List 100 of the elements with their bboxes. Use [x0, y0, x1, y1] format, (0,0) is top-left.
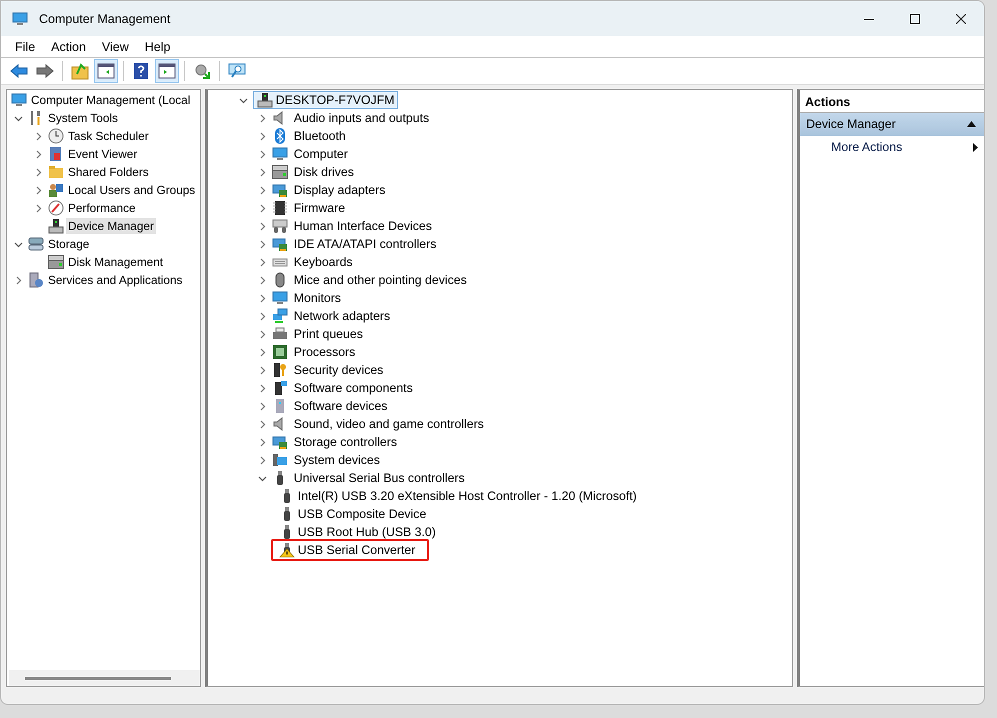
display-card-icon — [272, 182, 288, 198]
device-category[interactable]: Network adapters — [290, 308, 394, 324]
event-log-icon — [48, 146, 64, 162]
maximize-icon — [910, 14, 920, 24]
action-pane-toggle-button[interactable] — [155, 59, 179, 83]
device-category[interactable]: Mice and other pointing devices — [290, 272, 470, 288]
back-arrow-icon — [10, 62, 28, 80]
expand-chevron-icon[interactable] — [34, 150, 43, 158]
device-label: USB Root Hub (USB 3.0) — [298, 525, 436, 539]
device-category[interactable]: Computer — [290, 146, 351, 162]
device-category[interactable]: Security devices — [290, 362, 386, 378]
device-category[interactable]: Keyboards — [290, 254, 356, 270]
expand-chevron-icon[interactable] — [258, 114, 267, 122]
expand-chevron-icon[interactable] — [258, 240, 267, 248]
expand-chevron-icon[interactable] — [258, 420, 267, 428]
app-icon — [12, 10, 28, 26]
expand-chevron-icon[interactable] — [258, 438, 267, 446]
expand-chevron-icon[interactable] — [258, 330, 267, 338]
collapse-chevron-icon[interactable] — [238, 96, 248, 104]
collapse-chevron-icon[interactable] — [14, 114, 23, 122]
controller-card-icon — [272, 236, 288, 252]
tree-item[interactable]: Disk Management — [66, 254, 166, 270]
expand-chevron-icon[interactable] — [258, 456, 267, 464]
expand-chevron-icon[interactable] — [258, 294, 267, 302]
device-category[interactable]: IDE ATA/ATAPI controllers — [290, 236, 440, 252]
scrollbar-thumb[interactable] — [25, 676, 171, 680]
device-category[interactable]: Print queues — [290, 326, 366, 342]
clock-icon — [48, 128, 64, 144]
monitor-magnifier-icon — [228, 62, 246, 80]
tree-item[interactable]: Performance — [66, 200, 138, 216]
expand-chevron-icon[interactable] — [34, 168, 43, 176]
device-category[interactable]: Display adapters — [290, 182, 388, 198]
users-icon — [48, 182, 64, 198]
expand-chevron-icon[interactable] — [34, 204, 43, 212]
console-tree-toggle-button[interactable] — [94, 59, 118, 83]
tree-item[interactable]: System Tools — [46, 110, 120, 126]
device-label: USB Composite Device — [298, 507, 426, 521]
device-category[interactable]: Processors — [290, 344, 358, 360]
highlighted-device[interactable]: USB Serial Converter — [270, 539, 430, 561]
device-manager-icon — [48, 218, 64, 234]
device-category[interactable]: Software devices — [290, 398, 390, 414]
gauge-icon — [48, 200, 64, 216]
monitor-icon — [272, 290, 288, 306]
expand-chevron-icon[interactable] — [258, 150, 267, 158]
expand-chevron-icon[interactable] — [258, 168, 267, 176]
device-category[interactable]: Monitors — [290, 290, 344, 306]
menu-item[interactable]: Action — [43, 40, 94, 54]
computer-node[interactable]: DESKTOP-F7VOJFM — [252, 91, 398, 109]
storage-controller-icon — [272, 434, 288, 450]
expand-chevron-icon[interactable] — [258, 402, 267, 410]
expand-chevron-icon[interactable] — [258, 186, 267, 194]
action-link[interactable]: More Actions — [831, 140, 902, 154]
expand-chevron-icon[interactable] — [258, 132, 267, 140]
chip-icon — [272, 200, 288, 216]
expand-chevron-icon[interactable] — [258, 222, 267, 230]
collapse-chevron-icon[interactable] — [258, 474, 267, 482]
expand-chevron-icon[interactable] — [258, 258, 267, 266]
expand-chevron-icon[interactable] — [258, 384, 267, 392]
device-category[interactable]: Human Interface Devices — [290, 218, 435, 234]
tree-item[interactable]: Shared Folders — [66, 164, 151, 180]
device-category[interactable]: System devices — [290, 452, 383, 468]
expand-chevron-icon[interactable] — [258, 204, 267, 212]
help-icon — [132, 62, 150, 80]
tree-item[interactable]: Computer Management (Local — [29, 92, 192, 108]
tree-item[interactable]: Storage — [46, 236, 92, 252]
system-icon — [272, 452, 288, 468]
pane-icon — [158, 62, 176, 80]
device-category[interactable]: Audio inputs and outputs — [290, 110, 432, 126]
section-label: Device Manager — [806, 117, 896, 131]
window-title: Computer Management — [39, 12, 170, 26]
device-category[interactable]: Disk drives — [290, 164, 357, 180]
device-category[interactable]: Storage controllers — [290, 434, 400, 450]
menu-item[interactable]: Help — [136, 40, 178, 54]
device-category[interactable]: Sound, video and game controllers — [290, 416, 487, 432]
expand-chevron-icon[interactable] — [258, 348, 267, 356]
device-category[interactable]: Universal Serial Bus controllers — [290, 470, 468, 486]
device-category[interactable]: Software components — [290, 380, 416, 396]
expand-chevron-icon[interactable] — [34, 132, 43, 140]
actions-section[interactable]: Device Manager — [800, 113, 984, 136]
processor-icon — [272, 344, 288, 360]
tree-item[interactable]: Task Scheduler — [66, 128, 151, 144]
expand-chevron-icon[interactable] — [14, 276, 23, 284]
node-label: DESKTOP-F7VOJFM — [276, 93, 394, 107]
device-category[interactable]: Bluetooth — [290, 128, 349, 144]
close-icon — [956, 14, 966, 24]
computer-icon — [11, 92, 27, 108]
expand-chevron-icon[interactable] — [258, 276, 267, 284]
expand-chevron-icon[interactable] — [258, 312, 267, 320]
menu-item[interactable]: File — [7, 40, 44, 54]
printer-icon — [272, 326, 288, 342]
tree-item[interactable]: Event Viewer — [66, 146, 140, 162]
tree-item[interactable]: Local Users and Groups — [66, 182, 198, 198]
device-category[interactable]: Firmware — [290, 200, 348, 216]
collapse-chevron-icon[interactable] — [14, 240, 23, 248]
tree-item[interactable]: Device Manager — [66, 218, 156, 234]
hid-icon — [272, 218, 288, 234]
expand-chevron-icon[interactable] — [34, 186, 43, 194]
tree-item[interactable]: Services and Applications — [46, 272, 184, 288]
expand-chevron-icon[interactable] — [258, 366, 267, 374]
menu-item[interactable]: View — [94, 40, 137, 54]
